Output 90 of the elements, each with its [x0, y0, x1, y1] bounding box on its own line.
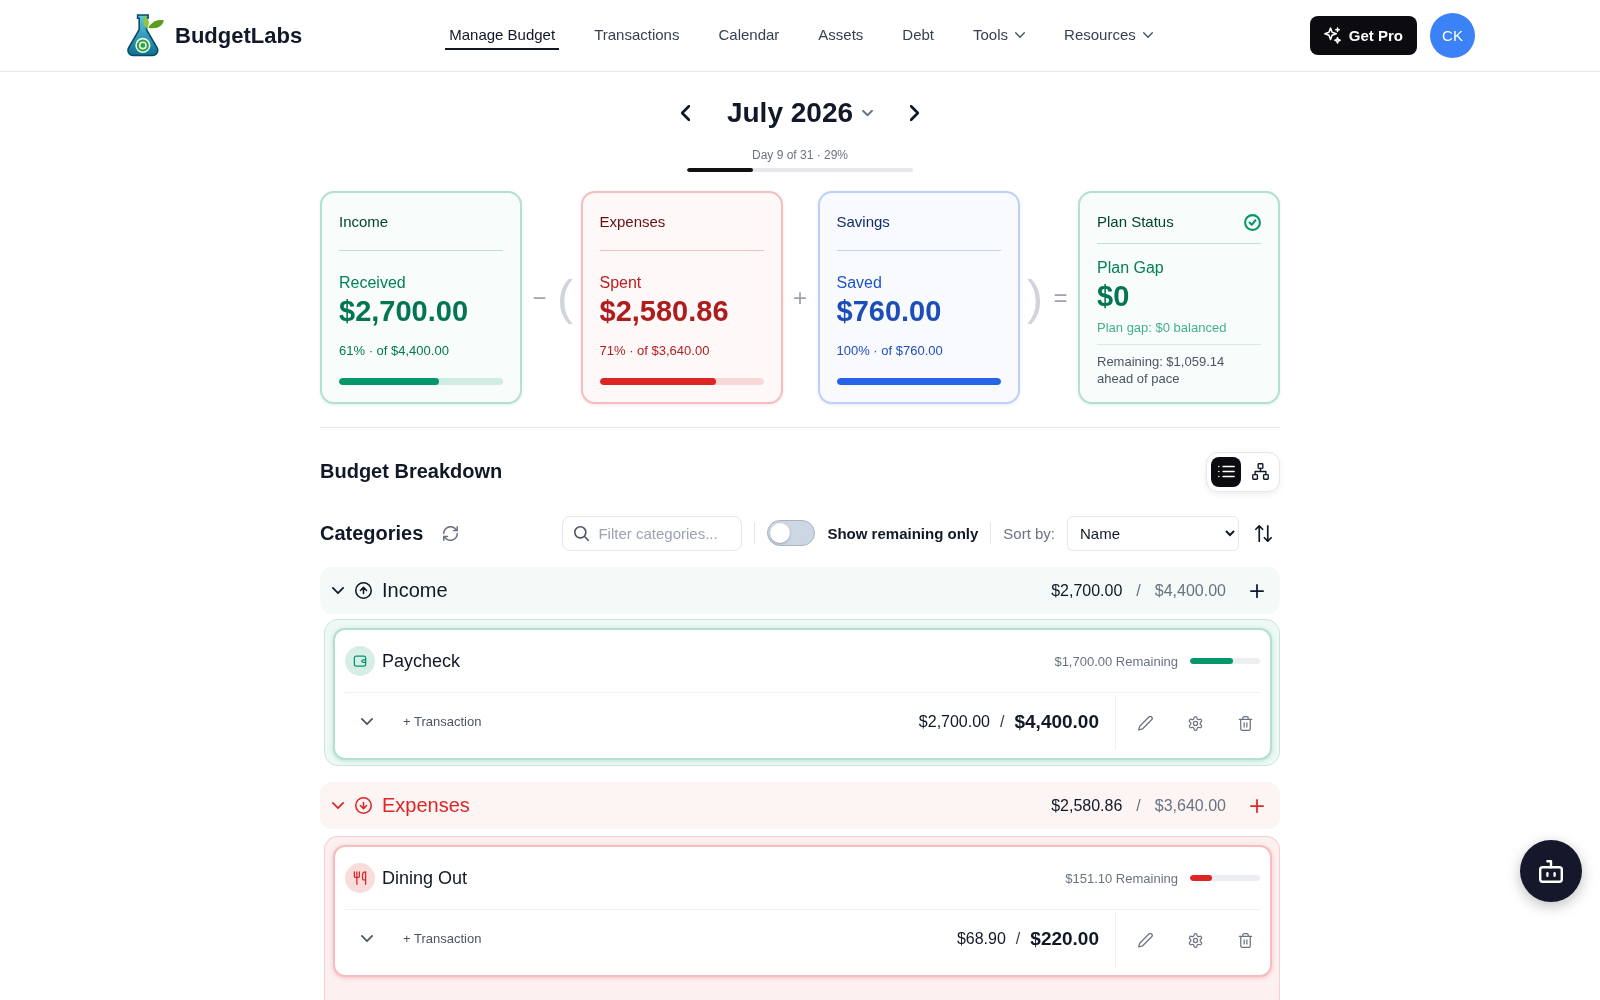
user-avatar[interactable]: CK: [1430, 13, 1475, 58]
group-actual: $2,700.00: [1051, 581, 1123, 600]
chevron-down-icon[interactable]: [361, 935, 373, 942]
operator-symbol: −: [531, 282, 548, 313]
card-label: Saved: [836, 273, 883, 293]
toggle-label: Show remaining only: [827, 524, 979, 542]
category-name: Dining Out: [382, 867, 468, 889]
chevron-down-icon[interactable]: [332, 587, 344, 594]
sort-arrows-icon[interactable]: [1255, 524, 1272, 542]
next-month-button[interactable]: [910, 105, 920, 121]
nav-link[interactable]: Debt: [898, 21, 939, 50]
card-amount: $760.00: [836, 294, 943, 328]
category-planned: $4,400.00: [1014, 710, 1099, 733]
card-label: Received: [339, 273, 407, 293]
card-title: Plan Status: [1097, 212, 1174, 232]
amount-separator: /: [1000, 712, 1005, 731]
add-transaction-button[interactable]: + Transaction: [403, 714, 482, 729]
categories-title: Categories: [320, 521, 424, 545]
category-planned: $220.00: [1030, 927, 1099, 950]
amount-separator: /: [1015, 929, 1021, 948]
card-detail: 100% · of $760.00: [836, 343, 944, 359]
fork-knife-icon: [345, 863, 375, 893]
brand-name: BudgetLabs: [175, 22, 303, 49]
card-detail: 61% · of $4,400.00: [339, 343, 450, 359]
flask-logo-icon: [127, 14, 165, 57]
category-name: Paycheck: [382, 650, 461, 672]
category-actual: $2,700.00: [918, 712, 990, 731]
card-amount: $0: [1097, 279, 1131, 313]
group-name: Income: [382, 579, 448, 602]
bracket-symbol: (: [557, 271, 573, 324]
robot-icon: [1539, 859, 1563, 883]
previous-month-button[interactable]: [680, 105, 690, 121]
list-icon: [1217, 463, 1235, 480]
list-view-button[interactable]: [1211, 456, 1241, 487]
nav-link[interactable]: Calendar: [714, 21, 784, 50]
nav-link[interactable]: Manage Budget: [445, 21, 560, 50]
card-detail: Remaining: $1,059.14 ahead of pace: [1097, 353, 1226, 387]
card-title: Income: [339, 212, 389, 232]
group-planned: $4,400.00: [1154, 581, 1226, 600]
card-amount: $2,580.86: [599, 294, 730, 328]
bracket-symbol: ): [1027, 271, 1043, 324]
card-title: Expenses: [599, 212, 666, 232]
trash-icon[interactable]: [1238, 932, 1253, 948]
pencil-icon[interactable]: [1138, 715, 1153, 731]
card-detail: 71% · of $3,640.00: [599, 343, 711, 359]
pencil-icon[interactable]: [1138, 932, 1153, 948]
get-pro-button[interactable]: Get Pro: [1309, 16, 1417, 55]
category-actual: $68.90: [956, 929, 1006, 948]
nav-link[interactable]: Assets: [814, 21, 868, 50]
nav-link[interactable]: Tools: [969, 21, 1030, 50]
search-icon: [574, 525, 590, 541]
section-title: Budget Breakdown: [320, 460, 503, 483]
operator-symbol: =: [1052, 282, 1069, 313]
card-label: Spent: [599, 273, 643, 293]
nav-link[interactable]: Resources: [1060, 21, 1157, 50]
chevron-down-icon[interactable]: [361, 718, 373, 725]
card-title: Savings: [836, 212, 890, 232]
nav-link[interactable]: Transactions: [590, 21, 684, 50]
arrow-up-circle-icon: [355, 582, 372, 599]
arrow-down-circle-icon: [355, 797, 372, 814]
amount-separator: /: [1136, 796, 1141, 815]
settings-icon[interactable]: [1188, 932, 1203, 948]
chevron-right-icon: [910, 105, 920, 121]
sort-select[interactable]: Name: [1067, 515, 1239, 551]
month-progress-label: Day 9 of 31 · 29%: [751, 147, 849, 163]
refresh-icon[interactable]: [443, 525, 459, 541]
settings-icon[interactable]: [1188, 715, 1203, 731]
filter-field[interactable]: Filter categories...: [562, 515, 743, 551]
card-amount: $2,700.00: [339, 294, 469, 328]
caret-icon: [862, 110, 874, 116]
operator-symbol: +: [792, 282, 808, 313]
amount-separator: /: [1136, 581, 1141, 600]
remaining-label: $151.10 Remaining: [1065, 870, 1178, 886]
hierarchy-icon: [1251, 463, 1269, 480]
card-label: Plan Gap: [1097, 258, 1165, 278]
group-actual: $2,580.86: [1051, 796, 1123, 815]
wallet-icon: [345, 646, 375, 676]
card-note: Plan gap: $0 balanced: [1097, 320, 1228, 336]
add-transaction-button[interactable]: + Transaction: [403, 931, 482, 946]
chevron-left-icon: [680, 105, 690, 121]
sort-label: Sort by:: [1003, 524, 1055, 542]
plus-icon[interactable]: [1250, 583, 1264, 598]
group-planned: $3,640.00: [1154, 796, 1226, 815]
sparkle-icon: [1323, 27, 1341, 44]
month-picker[interactable]: July 2026: [726, 97, 874, 129]
group-name: Expenses: [382, 794, 470, 817]
remaining-label: $1,700.00 Remaining: [1054, 653, 1178, 669]
assistant-button[interactable]: [1520, 840, 1582, 902]
toggle-switch[interactable]: [767, 520, 816, 546]
trash-icon[interactable]: [1238, 715, 1253, 731]
